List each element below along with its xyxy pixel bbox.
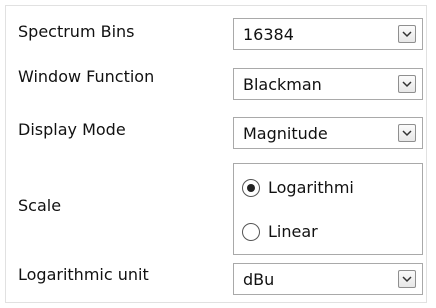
window-function-label: Window Function [18, 67, 155, 86]
spectrum-bins-value: 16384 [243, 25, 294, 44]
scale-label: Scale [18, 196, 62, 215]
display-mode-value: Magnitude [243, 124, 328, 143]
scale-option-logarithmic[interactable]: Logarithmi [242, 177, 418, 201]
spectrum-settings-panel: Spectrum Bins 16384 Window Function Blac… [0, 0, 436, 308]
scale-option-linear-label: Linear [268, 222, 318, 241]
scale-radio-group: Logarithmi Linear [233, 163, 423, 255]
scale-option-linear[interactable]: Linear [242, 221, 418, 245]
chevron-down-icon[interactable] [398, 124, 416, 142]
logarithmic-unit-value: dBu [243, 270, 275, 289]
radio-empty-icon[interactable] [242, 223, 260, 241]
spectrum-bins-select[interactable]: 16384 [233, 18, 423, 50]
radio-selected-icon[interactable] [242, 179, 260, 197]
logarithmic-unit-select[interactable]: dBu [233, 263, 423, 295]
chevron-down-icon[interactable] [398, 75, 416, 93]
window-function-select[interactable]: Blackman [233, 68, 423, 100]
display-mode-select[interactable]: Magnitude [233, 117, 423, 149]
chevron-down-icon[interactable] [398, 25, 416, 43]
window-function-value: Blackman [243, 75, 322, 94]
chevron-down-icon[interactable] [398, 270, 416, 288]
display-mode-label: Display Mode [18, 120, 126, 139]
spectrum-bins-label: Spectrum Bins [18, 22, 135, 41]
logarithmic-unit-label: Logarithmic unit [18, 265, 149, 284]
radio-dot-icon [247, 184, 255, 192]
scale-option-logarithmic-label: Logarithmi [268, 178, 354, 197]
